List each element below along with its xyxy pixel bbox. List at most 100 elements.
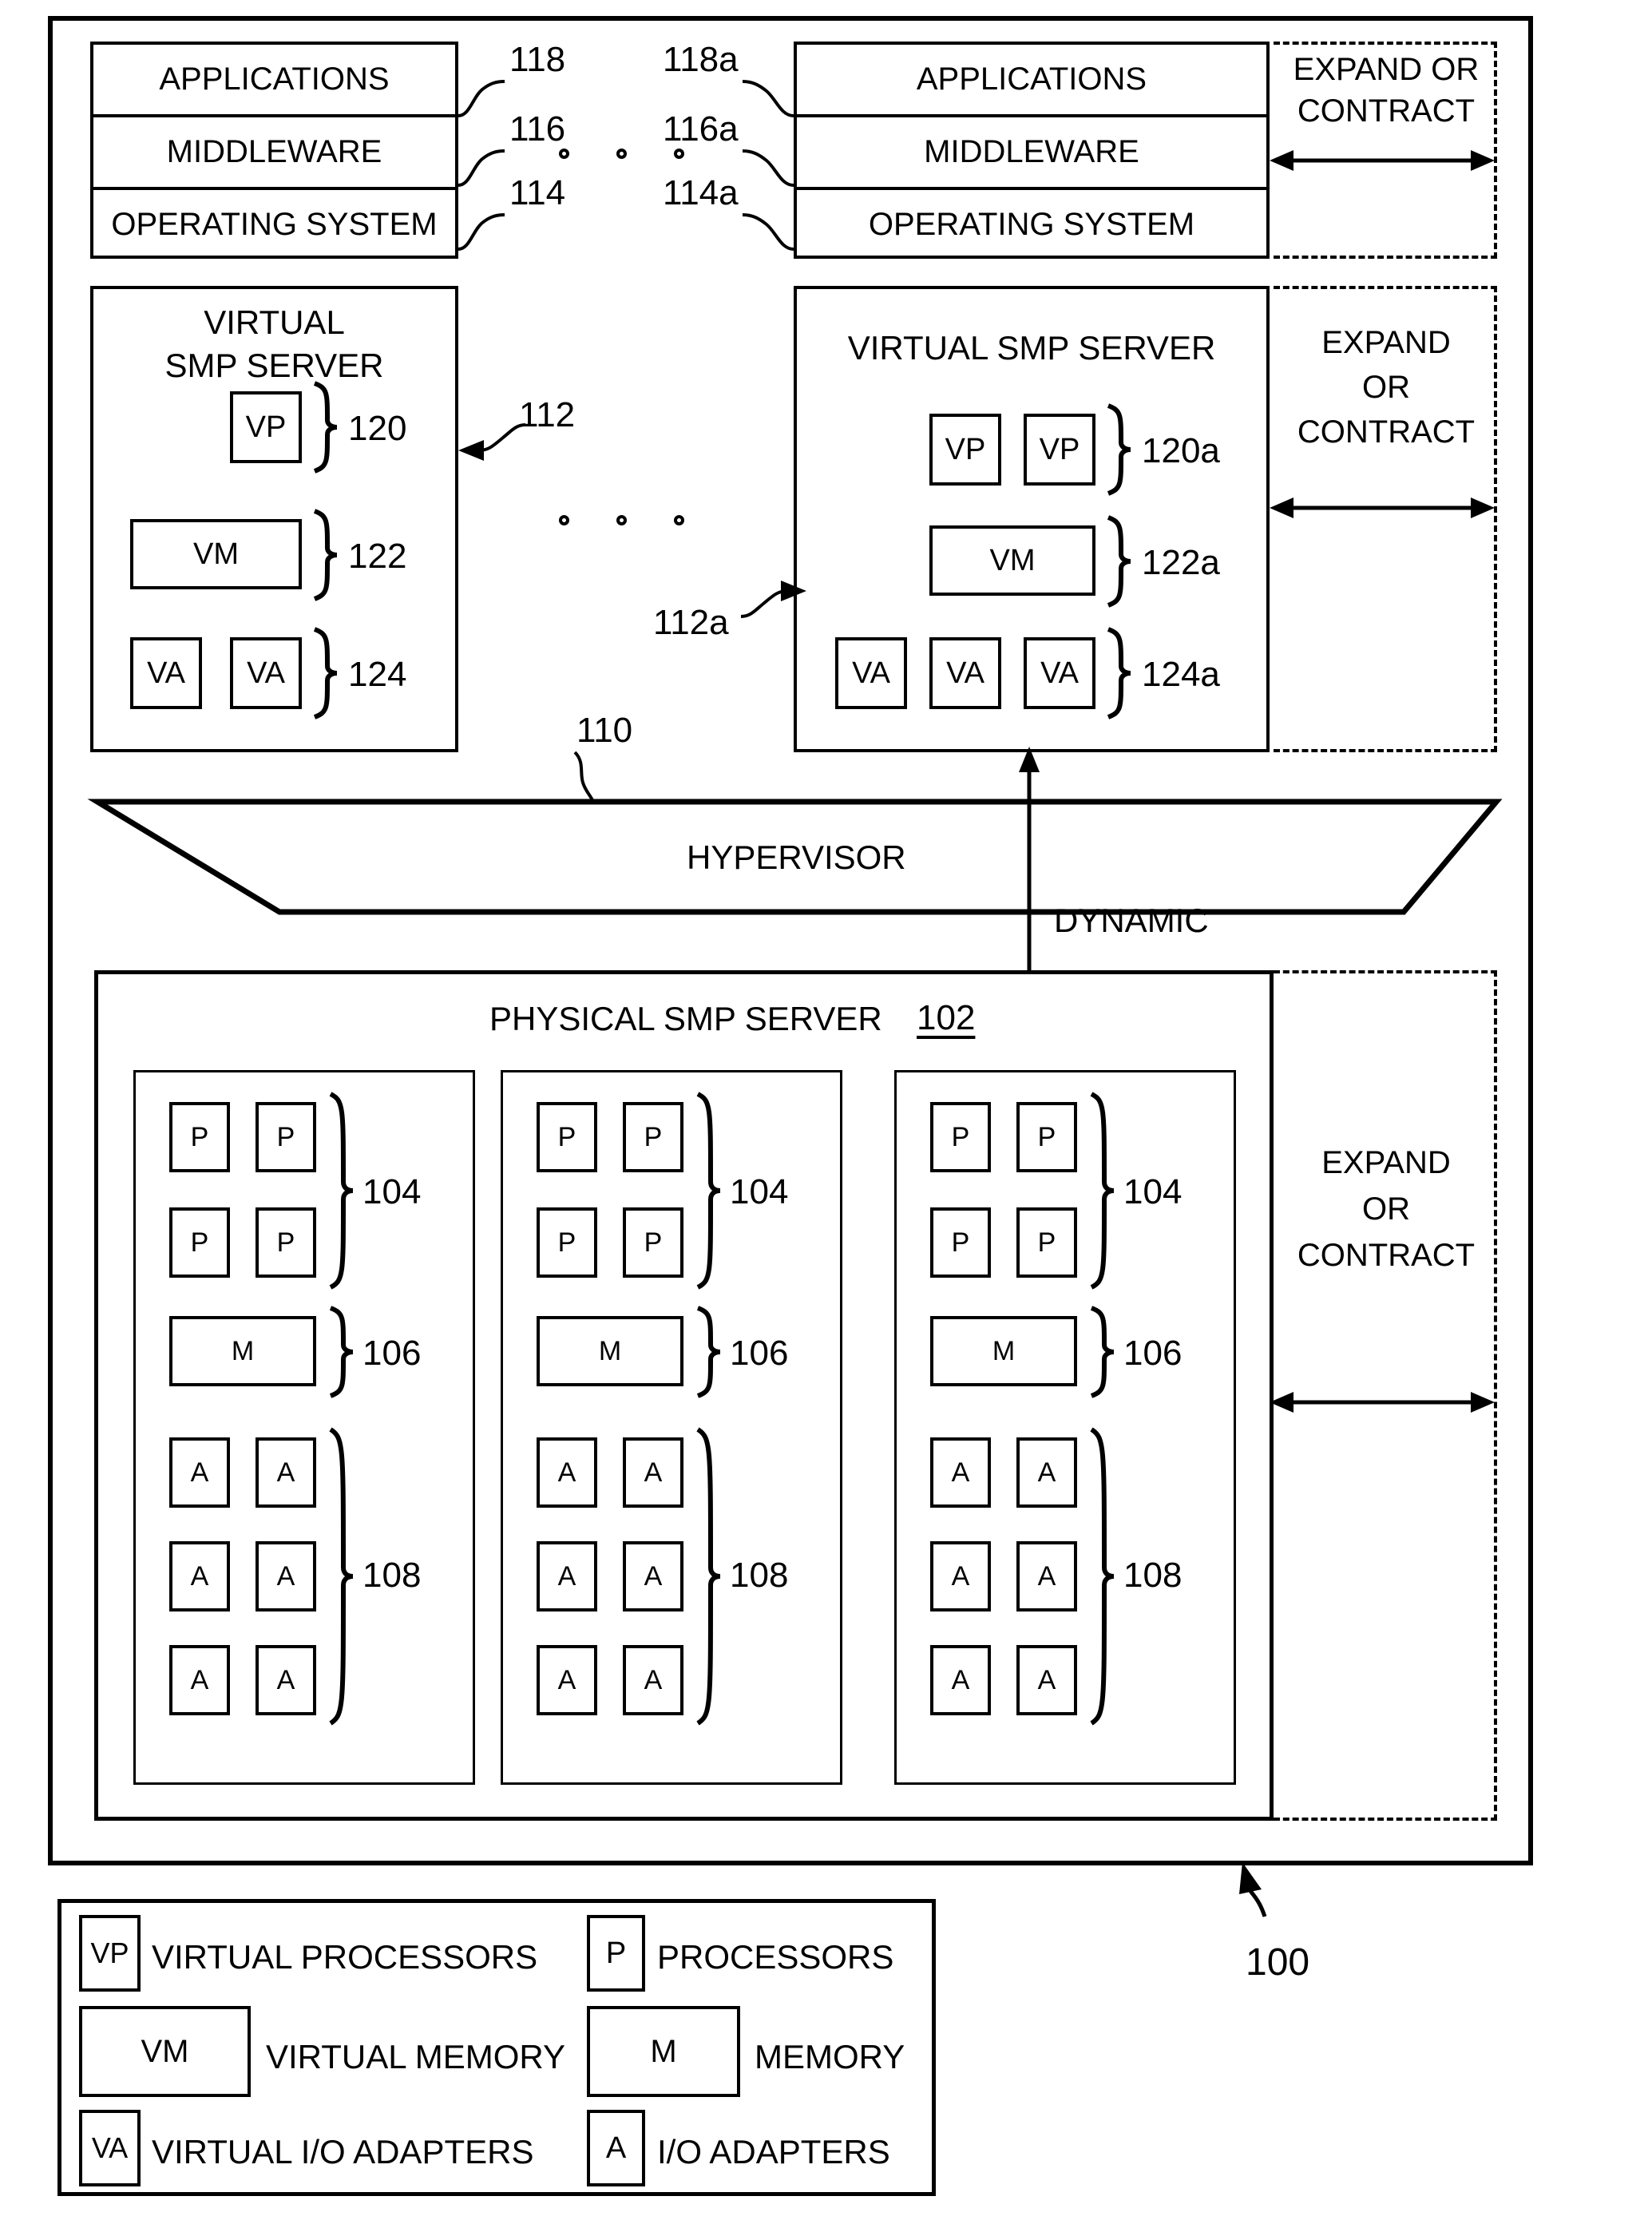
stack-label-applications-left: APPLICATIONS [159,61,390,97]
expand-contract-line: EXPAND [1321,325,1451,360]
processor-chip: P [169,1102,230,1172]
ref-116: 116 [509,109,566,149]
io-adapter-chip: A [623,1437,683,1508]
vss-right-vm-chip: VM [929,525,1095,596]
brace-104 [1090,1092,1115,1290]
io-adapter-chip: A [1016,1437,1077,1508]
ref-104: 104 [1123,1172,1183,1211]
processor-chip: P [1016,1102,1077,1172]
brace-108 [1090,1427,1115,1726]
io-adapter-chip: A [930,1541,991,1611]
legend-symbol-vm: VM [79,2006,251,2097]
ref-112a: 112a [653,603,729,642]
expand-contract-label-middle: EXPAND OR CONTRACT [1278,319,1495,455]
vss-left-va-chip: VA [230,637,302,709]
ellipsis-dot [559,149,569,159]
io-adapter-chip: A [930,1645,991,1715]
ref-118a: 118a [663,40,739,79]
memory-chip: M [169,1316,316,1386]
virtual-smp-server-left-title: VIRTUAL SMP SERVER [96,300,453,388]
stack-row-applications-left: APPLICATIONS [93,45,455,117]
brace-106 [1090,1306,1115,1398]
vss-left-vm-chip: VM [130,519,302,589]
io-adapter-chip: A [1016,1645,1077,1715]
ref-124a: 124a [1142,655,1220,694]
vss-right-va-chip: VA [835,637,907,709]
brace-122a [1107,515,1131,608]
brace-108 [329,1427,354,1726]
io-adapter-chip: A [623,1645,683,1715]
ref-118: 118 [509,40,566,79]
vss-title-line1: VIRTUAL [204,303,345,341]
vss-right-va-chip: VA [1024,637,1095,709]
processor-chip: P [256,1102,316,1172]
memory-chip: M [537,1316,683,1386]
stack-label-operating-system-left: OPERATING SYSTEM [111,206,438,242]
ellipsis-dot [616,149,627,159]
ref-106: 106 [362,1334,422,1373]
io-adapter-chip: A [930,1437,991,1508]
leader-112a [740,581,806,618]
stack-row-operating-system-left: OPERATING SYSTEM [93,190,455,259]
ref-124: 124 [348,655,407,694]
ref-100: 100 [1246,1941,1310,1984]
software-stack-left: APPLICATIONS MIDDLEWARE OPERATING SYSTEM [90,42,458,259]
stack-row-middleware-right: MIDDLEWARE [797,117,1266,190]
io-adapter-chip: A [537,1541,597,1611]
processor-chip: P [169,1207,230,1278]
brace-108 [696,1427,721,1726]
legend-text-m: MEMORY [755,2038,905,2075]
processor-chip: P [930,1102,991,1172]
io-adapter-chip: A [256,1645,316,1715]
io-adapter-chip: A [256,1437,316,1508]
ref-120: 120 [348,409,407,448]
processor-chip: P [623,1207,683,1278]
ellipsis-dot [559,515,569,525]
io-adapter-chip: A [537,1437,597,1508]
memory-chip: M [930,1316,1077,1386]
brace-104 [696,1092,721,1290]
leader-110 [573,751,594,801]
ref-108: 108 [730,1556,789,1595]
brace-124a [1107,627,1131,720]
expand-contract-label-top: EXPAND OR CONTRACT [1278,46,1495,134]
software-stack-right: APPLICATIONS MIDDLEWARE OPERATING SYSTEM [794,42,1270,259]
legend-symbol-va: VA [79,2110,141,2186]
vss-right-vp-chip: VP [929,414,1001,486]
legend-text-va: VIRTUAL I/O ADAPTERS [152,2133,534,2170]
physical-smp-server-ref: 102 [917,998,976,1037]
brace-124 [313,627,338,720]
stack-row-operating-system-right: OPERATING SYSTEM [797,190,1266,259]
stack-label-middleware-left: MIDDLEWARE [166,134,382,169]
expand-contract-line: EXPAND [1321,1145,1451,1180]
processor-chip: P [930,1207,991,1278]
expand-contract-arrow-top [1270,150,1495,171]
brace-122 [313,509,338,601]
ref-104: 104 [730,1172,789,1211]
vss-left-vp-chip: VP [230,391,302,463]
legend-symbol-a: A [587,2110,645,2186]
io-adapter-chip: A [537,1645,597,1715]
processor-chip: P [537,1207,597,1278]
legend-text-vm: VIRTUAL MEMORY [266,2038,565,2075]
vss-title-single: VIRTUAL SMP SERVER [847,329,1216,367]
brace-120a [1107,403,1131,496]
ref-114a: 114a [663,173,739,212]
ellipsis-dot [674,515,684,525]
expand-contract-line: OR [1362,1191,1410,1227]
legend-text-p: PROCESSORS [657,1938,894,1976]
stack-row-applications-right: APPLICATIONS [797,45,1266,117]
brace-106 [329,1306,354,1398]
virtual-smp-server-right-title: VIRTUAL SMP SERVER [798,327,1265,369]
processor-chip: P [256,1207,316,1278]
ref-122a: 122a [1142,543,1220,582]
processor-chip: P [1016,1207,1077,1278]
ref-116a: 116a [663,109,739,149]
stack-row-middleware-left: MIDDLEWARE [93,117,455,190]
io-adapter-chip: A [169,1437,230,1508]
expand-contract-line: CONTRACT [1297,93,1476,129]
ref-110: 110 [576,711,633,750]
ellipsis-dot [674,149,684,159]
ref-106: 106 [1123,1334,1183,1373]
processor-chip: P [623,1102,683,1172]
